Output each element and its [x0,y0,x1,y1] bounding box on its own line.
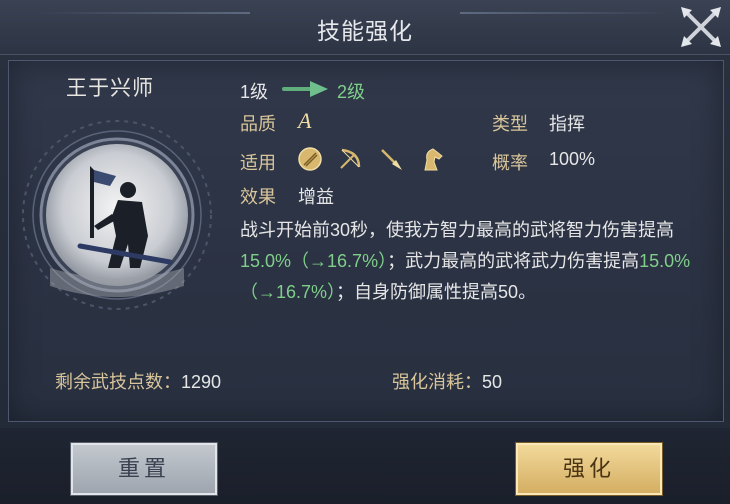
description-text: ；自身防御属性提高50。 [336,282,537,302]
shield-icon [298,147,322,171]
arrow-right-icon [282,81,328,97]
skill-points: 剩余武技点数：1290 [55,368,221,394]
level-next: 2级 [337,82,366,102]
description-text: 战斗开始前30秒，使我方智力最高的武将智力伤害提高 [240,220,675,240]
description-text: ；武力最高的武将武力伤害提高 [387,251,640,271]
type-label: 类型 [492,114,528,134]
effect-label: 效果 [240,187,276,207]
title-bar: 技能强化 [0,0,730,55]
effect-value: 增益 [298,187,334,207]
rate-label: 概率 [492,153,528,173]
level-current: 1级 [240,82,269,102]
applicable-label: 适用 [240,153,276,173]
enhance-button[interactable]: 强化 [516,443,662,495]
enhance-cost: 强化消耗：50 [392,368,502,394]
reset-button[interactable]: 重置 [71,443,217,495]
spear-icon [381,149,402,170]
enhance-cost-label: 强化消耗： [392,372,482,392]
skill-portrait [22,120,212,310]
skill-points-value: 1290 [181,372,222,392]
quality-value: A [298,108,312,133]
close-icon[interactable] [678,4,724,50]
skill-name: 王于兴师 [66,77,154,100]
enhance-cost-value: 50 [482,372,503,392]
quality-label: 品质 [240,114,276,134]
bow-icon [340,148,361,169]
skill-enhance-dialog: 技能强化 王于兴师 1级 2级 品质 A 类型 指挥 适用 概率 100% 效果… [0,0,730,504]
dialog-title: 技能强化 [317,18,413,44]
description-value: 15.0%（→16.7%） [240,251,388,271]
type-value: 指挥 [549,114,585,134]
skill-description: 战斗开始前30秒，使我方智力最高的武将智力伤害提高 15.0%（→16.7%）；武… [240,215,710,308]
horse-icon [424,148,443,171]
rate-value: 100% [549,149,596,169]
skill-points-label: 剩余武技点数： [55,372,181,392]
